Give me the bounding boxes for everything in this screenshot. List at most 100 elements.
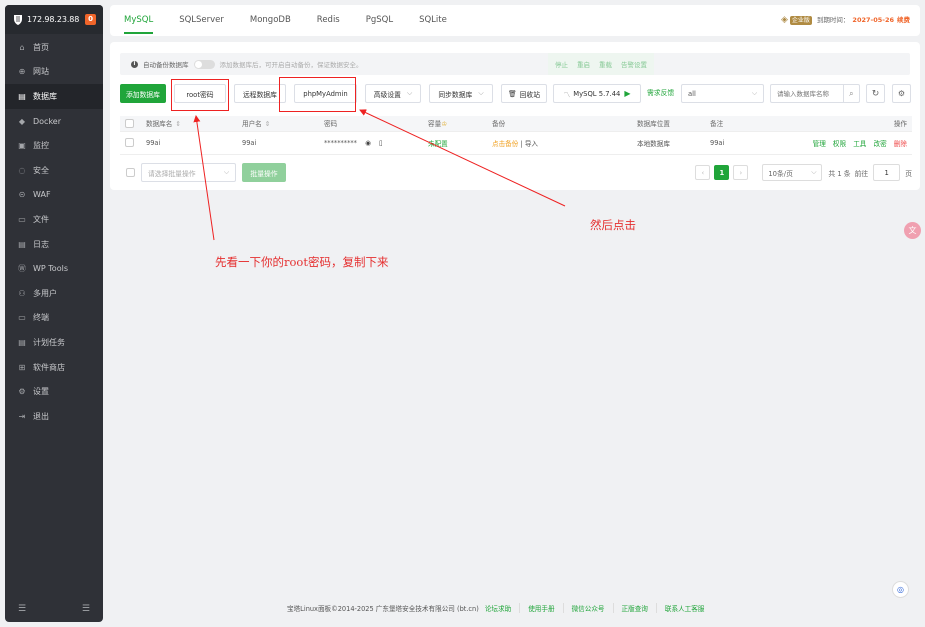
sidebar-item-logout[interactable]: ⇥ 退出 [5, 404, 103, 429]
batch-action-select[interactable]: 请选择批量操作 ⌵ [141, 163, 236, 182]
mysql-version-button[interactable]: 〽 MySQL 5.7.44 ▶ [553, 84, 641, 103]
database-filter-select[interactable]: all ⌵ [681, 84, 764, 103]
database-search-input[interactable] [777, 89, 843, 98]
page-size-select[interactable]: 10条/页 ⌵ [762, 164, 823, 181]
database-icon: ▤ [18, 91, 26, 101]
database-table: 数据库名 ⇕ 用户名 ⇕ 密码 容量♔ 备份 数据库位置 备注 操作 99ai 99… [120, 116, 912, 155]
alert-settings-button[interactable]: 告警设置 [621, 59, 647, 69]
user-manual-link[interactable]: 使用手册 [519, 603, 555, 613]
sidebar-item-docker[interactable]: ◆ Docker [5, 109, 103, 134]
sidebar-item-home[interactable]: ⌂ 首页 [5, 35, 103, 60]
sort-icon[interactable]: ⇕ [175, 120, 181, 128]
panel-logo-icon [12, 14, 23, 25]
copy-icon[interactable]: ▯ [379, 139, 383, 147]
sort-icon[interactable]: ⇕ [265, 120, 271, 128]
sidebar-item-users[interactable]: ⚇ 多用户 [5, 281, 103, 306]
sidebar-item-monitor[interactable]: ▣ 监控 [5, 133, 103, 158]
translate-float-icon[interactable]: 文 [904, 222, 921, 239]
delete-link[interactable]: 删除 [894, 140, 907, 148]
refresh-icon[interactable]: ↻ [866, 84, 885, 103]
col-capacity: 容量♔ [423, 116, 487, 132]
import-link[interactable]: 导入 [525, 140, 538, 148]
sidebar-item-terminal[interactable]: ▭ 终端 [5, 306, 103, 331]
batch-select-checkbox[interactable] [126, 168, 135, 177]
settings-gear-icon[interactable]: ⚙ [892, 84, 911, 103]
license-check-link[interactable]: 正版查询 [612, 603, 648, 613]
db-location-cell: 本地数据库 [632, 131, 705, 155]
db-name-cell[interactable]: 99ai [141, 131, 237, 155]
row-checkbox[interactable] [125, 138, 134, 147]
notification-badge[interactable]: 0 [85, 14, 96, 25]
tab-sqlserver[interactable]: SQLServer [179, 5, 224, 36]
col-name[interactable]: 数据库名 ⇕ [141, 116, 237, 132]
terminal-icon: ▭ [18, 313, 26, 323]
tab-pgsql[interactable]: PgSQL [366, 5, 393, 36]
menu-list-icon[interactable]: ☰ [82, 604, 90, 614]
renew-link[interactable]: 续费 [897, 5, 910, 36]
restart-service-button[interactable]: 重启 [577, 59, 590, 69]
select-all-checkbox[interactable] [125, 118, 134, 128]
stop-service-button[interactable]: 停止 [555, 59, 568, 69]
tab-mongodb[interactable]: MongoDB [250, 5, 291, 36]
root-password-button[interactable]: root密码 [174, 84, 226, 103]
tools-link[interactable]: 工具 [853, 140, 866, 148]
reload-service-button[interactable]: 重载 [599, 59, 612, 69]
sidebar-item-gear[interactable]: ⚙ 设置 [5, 379, 103, 404]
sidebar-item-shield[interactable]: ◌ 安全 [5, 158, 103, 183]
eye-icon[interactable]: ◉ [365, 139, 371, 147]
search-icon[interactable]: ⌕ [842, 85, 859, 102]
phpmyadmin-button[interactable]: phpMyAdmin [294, 84, 357, 103]
wechat-account-link[interactable]: 微信公众号 [562, 603, 605, 613]
page-number[interactable]: 1 [714, 165, 730, 180]
col-user[interactable]: 用户名 ⇕ [237, 116, 319, 132]
prev-page-icon[interactable]: ‹ [695, 165, 711, 180]
batch-action-button[interactable]: 批量操作 [242, 163, 286, 182]
db-remark-cell[interactable]: 99ai [705, 131, 765, 155]
sidebar-item-schedule[interactable]: ▤ 计划任务 [5, 330, 103, 355]
sidebar-item-globe[interactable]: ⊕ 网站 [5, 60, 103, 85]
permission-link[interactable]: 权限 [833, 140, 846, 148]
mysql-version-label: MySQL 5.7.44 [573, 89, 621, 98]
sidebar-item-wordpress[interactable]: Ⓦ WP Tools [5, 256, 103, 281]
goto-page-input[interactable]: 1 [873, 164, 901, 181]
expire-date: 2027-05-26 [852, 16, 894, 24]
sidebar-item-waf[interactable]: ⊝ WAF [5, 183, 103, 208]
tab-sqlite[interactable]: SQLite [419, 5, 447, 36]
col-actions: 操作 [765, 116, 912, 132]
collapse-menu-icon[interactable]: ☰ [18, 604, 26, 614]
sidebar-item-folder[interactable]: ▭ 文件 [5, 207, 103, 232]
sidebar-item-label: 首页 [33, 42, 49, 52]
capacity-config-link[interactable]: 未配置 [423, 131, 487, 155]
auto-backup-toggle[interactable] [193, 59, 215, 69]
change-password-link[interactable]: 改密 [874, 140, 887, 148]
advanced-settings-dropdown[interactable]: 高级设置 ⌵ [365, 84, 421, 103]
recycle-bin-button[interactable]: 🗑︎ 回收站 [501, 84, 547, 103]
sidebar-item-label: 日志 [33, 239, 49, 249]
sidebar-item-store[interactable]: ⊞ 软件商店 [5, 355, 103, 380]
feedback-link[interactable]: 需求反馈 [647, 84, 674, 103]
sidebar-item-database[interactable]: ▤ 数据库 [5, 84, 103, 109]
add-database-button[interactable]: 添加数据库 [120, 84, 166, 103]
db-user-cell: 99ai [237, 131, 319, 155]
tab-mysql[interactable]: MySQL [124, 5, 154, 36]
page-footer: 宝塔Linux面板©2014-2025 广东堡塔安全技术有限公司 (bt.cn)… [287, 603, 704, 613]
col-location: 数据库位置 [632, 116, 705, 132]
dolphin-icon: 〽 [563, 90, 571, 99]
tab-redis[interactable]: Redis [317, 5, 340, 36]
customer-service-icon[interactable]: ◎ [892, 581, 909, 598]
next-page-icon[interactable]: › [733, 165, 749, 180]
sync-database-label: 同步数据库 [438, 90, 473, 99]
sidebar-item-log[interactable]: ▤ 日志 [5, 232, 103, 257]
contact-support-link[interactable]: 联系人工客服 [655, 603, 704, 613]
log-icon: ▤ [18, 239, 26, 249]
sync-database-dropdown[interactable]: 同步数据库 ⌵ [429, 84, 493, 103]
database-panel: i 自动备份数据库 添加数据库后，可开启自动备份，保证数据安全。 停止 重启 重… [110, 42, 920, 190]
manage-link[interactable]: 管理 [813, 140, 826, 148]
users-icon: ⚇ [18, 288, 26, 298]
server-ip[interactable]: 172.98.23.88 [27, 15, 85, 24]
row-actions: 管理 权限 工具 改密 删除 [765, 131, 912, 155]
backup-now-link[interactable]: 点击备份 [492, 140, 518, 148]
forum-help-link[interactable]: 论坛求助 [482, 603, 511, 613]
remote-database-button[interactable]: 远程数据库 [234, 84, 286, 103]
database-toolbar: 添加数据库 root密码 远程数据库 phpMyAdmin 高级设置 ⌵ 同步数据… [120, 84, 912, 104]
